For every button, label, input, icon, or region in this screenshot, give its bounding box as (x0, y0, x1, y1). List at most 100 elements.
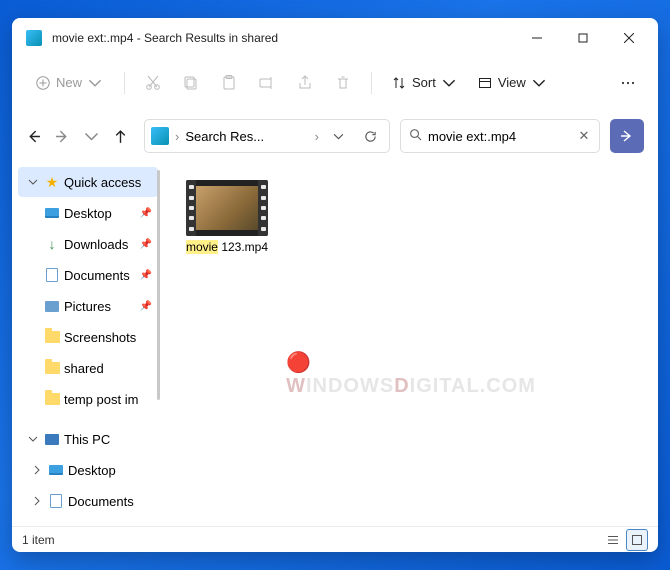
copy-button[interactable] (173, 66, 209, 100)
breadcrumb-sep: › (175, 129, 179, 144)
search-icon (409, 128, 422, 144)
sidebar-label: shared (64, 361, 152, 376)
clear-search-button[interactable]: ✕ (573, 128, 595, 144)
window-controls (514, 22, 652, 54)
sidebar-item-downloads[interactable]: ↓ Downloads 📌 (18, 229, 158, 259)
explorer-window: movie ext:.mp4 - Search Results in share… (12, 18, 658, 552)
sidebar-label: temp post im (64, 392, 152, 407)
forward-button[interactable] (55, 129, 70, 144)
sidebar-item-temp[interactable]: temp post im (18, 384, 158, 414)
paste-button[interactable] (211, 66, 247, 100)
search-box[interactable]: movie ext:.mp4 ✕ (400, 119, 600, 153)
sidebar-label: Screenshots (64, 330, 152, 345)
download-icon: ↓ (44, 236, 60, 252)
video-thumbnail (186, 180, 268, 236)
sidebar-label: Desktop (68, 463, 152, 478)
rename-icon (258, 74, 276, 92)
delete-button[interactable] (325, 66, 361, 100)
content-area: ★ Quick access Desktop 📌 ↓ Downloads 📌 D… (12, 164, 658, 526)
sidebar-label: Downloads (64, 237, 136, 252)
app-icon (26, 30, 42, 46)
pictures-icon (45, 301, 59, 312)
close-button[interactable] (606, 22, 652, 54)
window-title: movie ext:.mp4 - Search Results in share… (52, 31, 514, 45)
titlebar: movie ext:.mp4 - Search Results in share… (12, 18, 658, 58)
address-bar[interactable]: › Search Res... › (144, 119, 390, 153)
sidebar-item-shared[interactable]: shared (18, 353, 158, 383)
nav-row: › Search Res... › movie ext:.mp4 ✕ (12, 108, 658, 164)
cut-icon (144, 74, 162, 92)
new-label: New (56, 75, 82, 90)
separator (371, 72, 372, 94)
minimize-button[interactable] (514, 22, 560, 54)
maximize-button[interactable] (560, 22, 606, 54)
more-button[interactable] (610, 66, 646, 100)
expand-icon[interactable] (32, 465, 44, 475)
sidebar-this-pc[interactable]: This PC (18, 424, 158, 454)
sidebar-pc-desktop[interactable]: Desktop (18, 455, 158, 485)
sidebar-item-desktop[interactable]: Desktop 📌 (18, 198, 158, 228)
collapse-icon[interactable] (28, 434, 40, 444)
file-item[interactable]: movie 123.mp4 (180, 180, 274, 254)
nav-arrows (26, 129, 128, 144)
pin-icon: 📌 (140, 239, 152, 250)
back-button[interactable] (26, 129, 41, 144)
sidebar-item-documents[interactable]: Documents 📌 (18, 260, 158, 290)
pc-icon (45, 434, 59, 445)
trash-icon (334, 74, 352, 92)
recent-button[interactable] (84, 129, 99, 144)
chevron-down-icon (88, 76, 102, 90)
watermark: 🔴 WWindowsDigital.comINDOWSDIGITAL.COM (286, 350, 536, 398)
breadcrumb-dropdown[interactable] (325, 123, 351, 149)
sidebar-label: Quick access (64, 175, 152, 190)
sidebar-item-pictures[interactable]: Pictures 📌 (18, 291, 158, 321)
sidebar-label: Desktop (64, 206, 136, 221)
sidebar-label: Documents (64, 268, 136, 283)
toolbar: New Sort View (12, 58, 658, 108)
paste-icon (220, 74, 238, 92)
status-bar: 1 item (12, 526, 658, 552)
search-input[interactable]: movie ext:.mp4 (428, 129, 567, 144)
plus-circle-icon (36, 76, 50, 90)
sidebar-item-screenshots[interactable]: Screenshots (18, 322, 158, 352)
folder-icon (45, 393, 60, 405)
view-icon (478, 76, 492, 90)
new-button[interactable]: New (24, 69, 114, 96)
star-icon: ★ (44, 174, 60, 190)
sidebar-pc-documents[interactable]: Documents (18, 486, 158, 516)
sort-icon (392, 76, 406, 90)
chevron-down-icon (532, 76, 546, 90)
desktop-icon (49, 465, 63, 475)
separator (124, 72, 125, 94)
up-button[interactable] (113, 129, 128, 144)
folder-icon (45, 331, 60, 343)
refresh-button[interactable] (357, 123, 383, 149)
breadcrumb-text[interactable]: Search Res... (185, 129, 308, 144)
sidebar-label: Pictures (64, 299, 136, 314)
view-button[interactable]: View (468, 69, 556, 96)
rename-button[interactable] (249, 66, 285, 100)
search-highlight: movie (186, 240, 218, 254)
cut-button[interactable] (135, 66, 171, 100)
expand-icon[interactable] (32, 496, 44, 506)
sidebar-label: This PC (64, 432, 152, 447)
document-icon (46, 268, 58, 282)
pin-icon: 📌 (140, 301, 152, 312)
sort-button[interactable]: Sort (382, 69, 466, 96)
details-view-button[interactable] (602, 529, 624, 551)
view-label: View (498, 75, 526, 90)
file-name: movie 123.mp4 (186, 240, 268, 254)
folder-icon (45, 362, 60, 374)
results-pane[interactable]: movie 123.mp4 🔴 WWindowsDigital.comINDOW… (164, 164, 658, 526)
collapse-icon[interactable] (28, 177, 40, 187)
ellipsis-icon (619, 74, 637, 92)
sidebar-quick-access[interactable]: ★ Quick access (18, 167, 158, 197)
share-button[interactable] (287, 66, 323, 100)
sidebar: ★ Quick access Desktop 📌 ↓ Downloads 📌 D… (12, 164, 164, 526)
search-go-button[interactable] (610, 119, 644, 153)
document-icon (50, 494, 62, 508)
icons-view-button[interactable] (626, 529, 648, 551)
pin-icon: 📌 (140, 270, 152, 281)
location-icon (151, 127, 169, 145)
breadcrumb-sep: › (315, 129, 319, 144)
